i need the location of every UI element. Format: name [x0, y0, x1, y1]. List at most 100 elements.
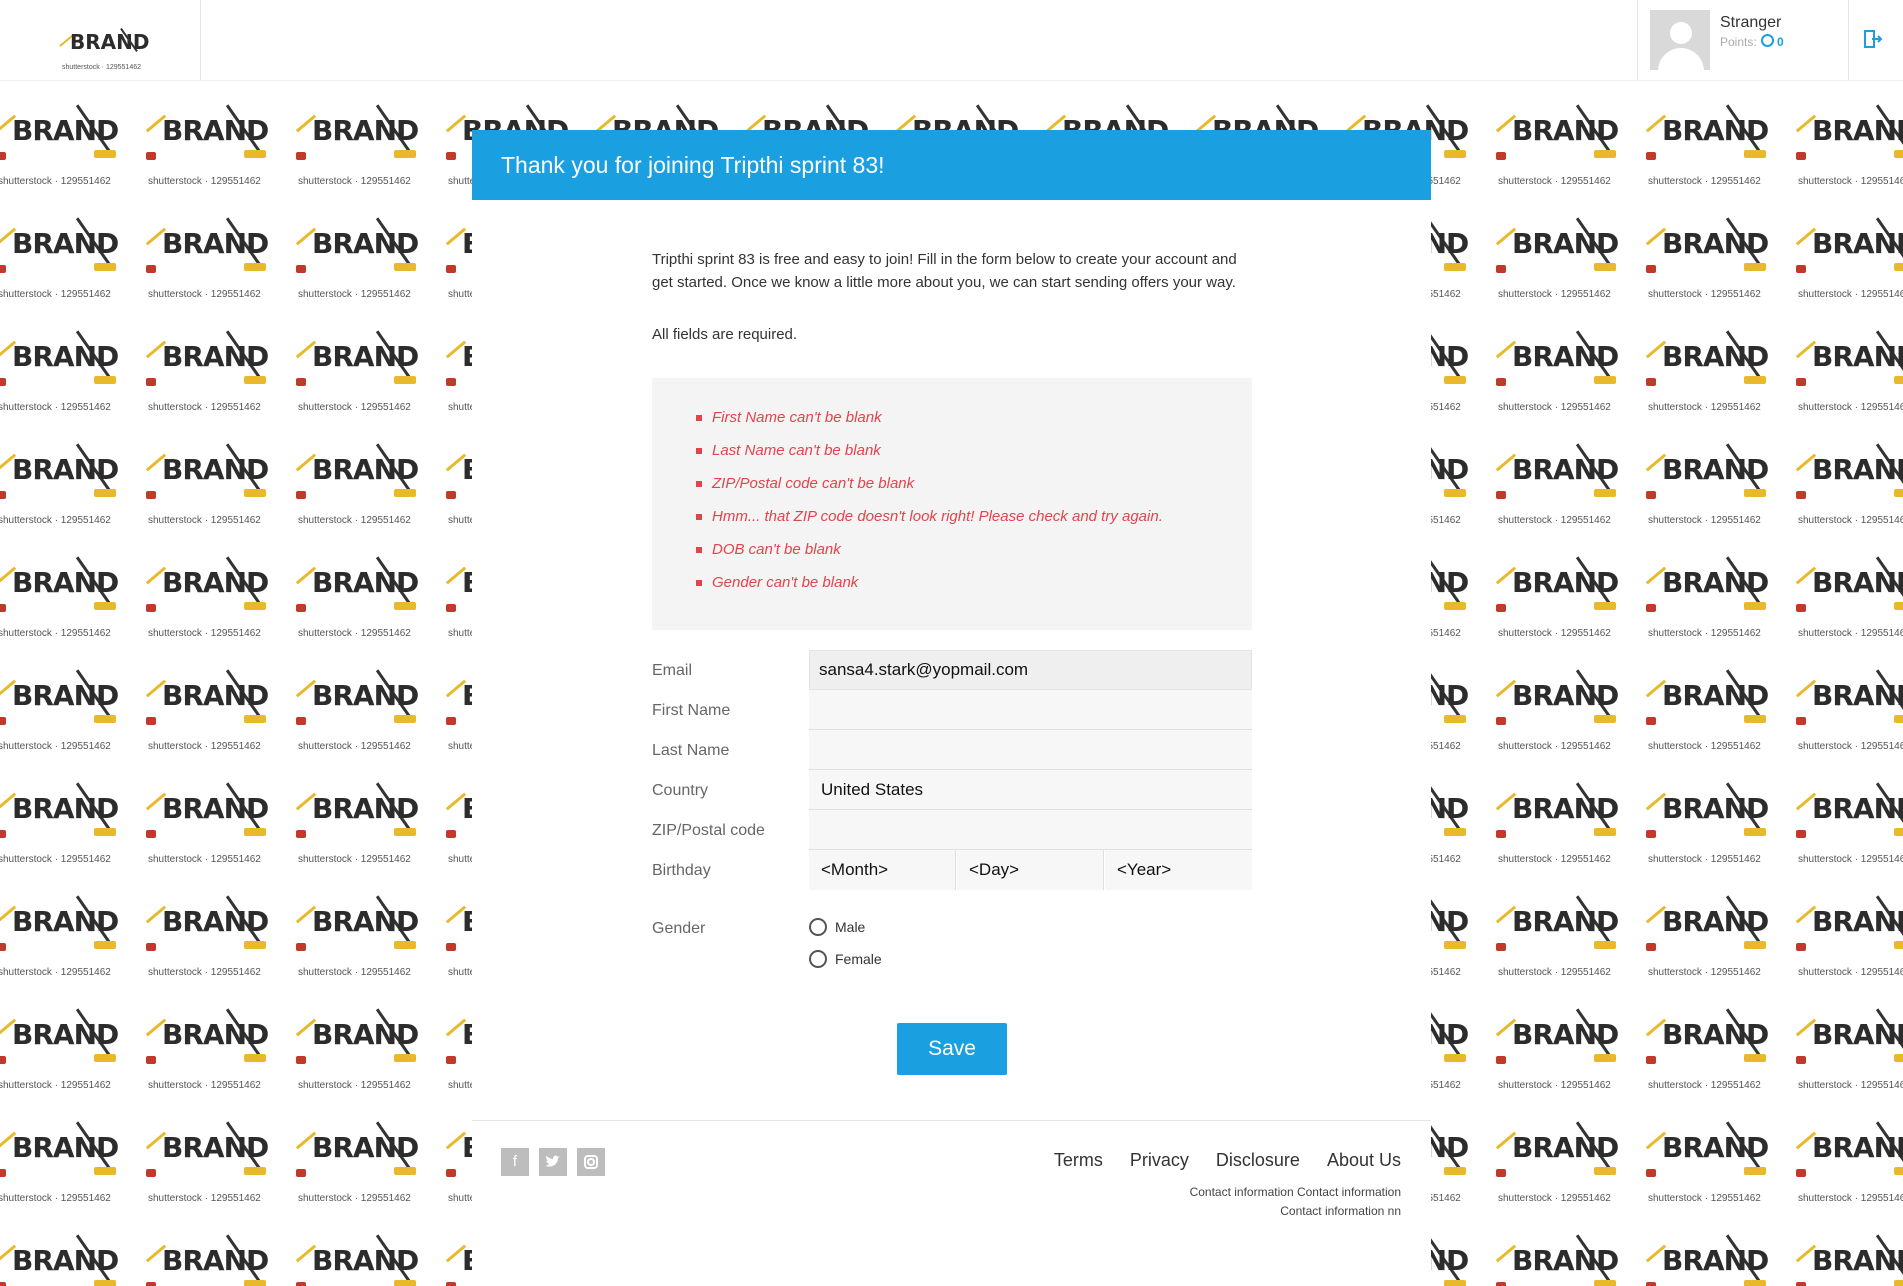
crane-base-shape [1444, 941, 1466, 949]
birth-month-select[interactable]: <Month> [809, 850, 956, 890]
footer-link-privacy[interactable]: Privacy [1130, 1150, 1189, 1170]
welcome-banner: Thank you for joining Tripthi sprint 83! [472, 130, 1431, 200]
radio-button[interactable] [809, 950, 827, 968]
red-vehicle-shape [0, 1282, 6, 1286]
background-logo-tile: BRANDshutterstock · 129551462 [1790, 1198, 1903, 1286]
background-brand-text: BRAND [1812, 340, 1903, 373]
red-vehicle-shape [1496, 830, 1506, 838]
background-brand-text: BRAND [1512, 679, 1619, 712]
facebook-icon[interactable]: f [501, 1148, 529, 1176]
logout-button[interactable] [1862, 28, 1884, 50]
crane-base-shape [1744, 1280, 1766, 1286]
save-button[interactable]: Save [897, 1023, 1007, 1075]
crane-base-shape [1444, 1167, 1466, 1175]
red-vehicle-shape [1646, 943, 1656, 951]
error-box: First Name can't be blank Last Name can'… [652, 378, 1252, 630]
last-name-row: Last Name [652, 730, 1252, 770]
background-brand-text: BRAND [1512, 340, 1619, 373]
crane-base-shape [394, 602, 416, 610]
red-vehicle-shape [1646, 830, 1656, 838]
background-logo-tile: BRANDshutterstock · 129551462 [1490, 181, 1640, 300]
background-brand-text: BRAND [1662, 340, 1769, 373]
error-item: Gender can't be blank [696, 573, 1252, 606]
crane-base-shape [1444, 263, 1466, 271]
first-name-field[interactable] [809, 690, 1252, 730]
background-brand-text: BRAND [1812, 679, 1903, 712]
red-vehicle-shape [1496, 378, 1506, 386]
background-brand-text: BRAND [1512, 1244, 1619, 1277]
red-vehicle-shape [296, 152, 306, 160]
background-brand-text: BRAND [312, 453, 419, 486]
red-vehicle-shape [1796, 1169, 1806, 1177]
red-vehicle-shape [296, 717, 306, 725]
country-select[interactable]: United States [809, 770, 1252, 810]
footer-link-disclosure[interactable]: Disclosure [1216, 1150, 1300, 1170]
zip-field[interactable] [809, 810, 1252, 850]
crane-base-shape [94, 602, 116, 610]
crane-base-shape [94, 715, 116, 723]
crane-base-shape [1594, 941, 1616, 949]
background-brand-text: BRAND [1662, 227, 1769, 260]
email-field[interactable] [809, 650, 1252, 690]
red-vehicle-shape [1646, 1056, 1656, 1064]
red-vehicle-shape [296, 265, 306, 273]
red-vehicle-shape [1496, 1169, 1506, 1177]
footer-links: Terms Privacy Disclosure About Us [1032, 1150, 1401, 1171]
birth-day-select[interactable]: <Day> [957, 850, 1104, 890]
email-row: Email [652, 650, 1252, 690]
background-brand-text: BRAND [12, 227, 119, 260]
crane-base-shape [1444, 1280, 1466, 1286]
crane-base-shape [244, 715, 266, 723]
background-logo-tile: BRANDshutterstock · 129551462 [290, 972, 440, 1091]
background-brand-text: BRAND [12, 905, 119, 938]
red-vehicle-shape [1796, 604, 1806, 612]
red-vehicle-shape [446, 604, 456, 612]
red-vehicle-shape [1796, 491, 1806, 499]
background-brand-text: BRAND [312, 227, 419, 260]
red-vehicle-shape [146, 830, 156, 838]
crane-base-shape [1444, 602, 1466, 610]
background-brand-text: BRAND [162, 1244, 269, 1277]
background-brand-text: BRAND [12, 679, 119, 712]
twitter-icon[interactable] [539, 1148, 567, 1176]
background-logo-tile: BRANDshutterstock · 129551462 [1790, 520, 1903, 639]
error-item: Last Name can't be blank [696, 441, 1252, 474]
background-logo-tile: BRANDshutterstock · 129551462 [0, 746, 140, 865]
crane-base-shape [1744, 150, 1766, 158]
red-vehicle-shape [1796, 717, 1806, 725]
last-name-field[interactable] [809, 730, 1252, 770]
crane-base-shape [394, 715, 416, 723]
crane-base-shape [94, 263, 116, 271]
footer-link-terms[interactable]: Terms [1054, 1150, 1103, 1170]
crane-base-shape [1894, 715, 1903, 723]
brand-logo[interactable]: BRAND shutterstock · 129551462 [0, 0, 201, 80]
background-logo-tile: BRANDshutterstock · 129551462 [140, 407, 290, 526]
red-vehicle-shape [1646, 378, 1656, 386]
background-brand-text: BRAND [1662, 792, 1769, 825]
red-vehicle-shape [1646, 1282, 1656, 1286]
background-brand-text: BRAND [1812, 1018, 1903, 1051]
crane-base-shape [1444, 150, 1466, 158]
footer-link-about-us[interactable]: About Us [1327, 1150, 1401, 1170]
crane-base-shape [244, 602, 266, 610]
background-logo-tile: BRANDshutterstock · 129551462 [1490, 859, 1640, 978]
crane-base-shape [1894, 489, 1903, 497]
crane-base-shape [1894, 1054, 1903, 1062]
red-vehicle-shape [0, 1056, 6, 1064]
user-profile[interactable]: Stranger Points: 0 [1637, 0, 1849, 80]
background-brand-text: BRAND [162, 905, 269, 938]
user-points: Points: 0 [1720, 34, 1784, 49]
crane-base-shape [1894, 1280, 1903, 1286]
background-brand-text: BRAND [312, 1131, 419, 1164]
crane-base-shape [244, 941, 266, 949]
red-vehicle-shape [0, 717, 6, 725]
crane-base-shape [1894, 1167, 1903, 1175]
crane-base-shape [94, 1280, 116, 1286]
instagram-icon[interactable] [577, 1148, 605, 1176]
country-label: Country [652, 782, 709, 799]
birth-year-select[interactable]: <Year> [1105, 850, 1252, 890]
red-vehicle-shape [446, 1169, 456, 1177]
background-logo-tile: BRANDshutterstock · 129551462 [1490, 520, 1640, 639]
radio-button[interactable] [809, 918, 827, 936]
background-logo-tile: BRANDshutterstock · 129551462 [1790, 633, 1903, 752]
